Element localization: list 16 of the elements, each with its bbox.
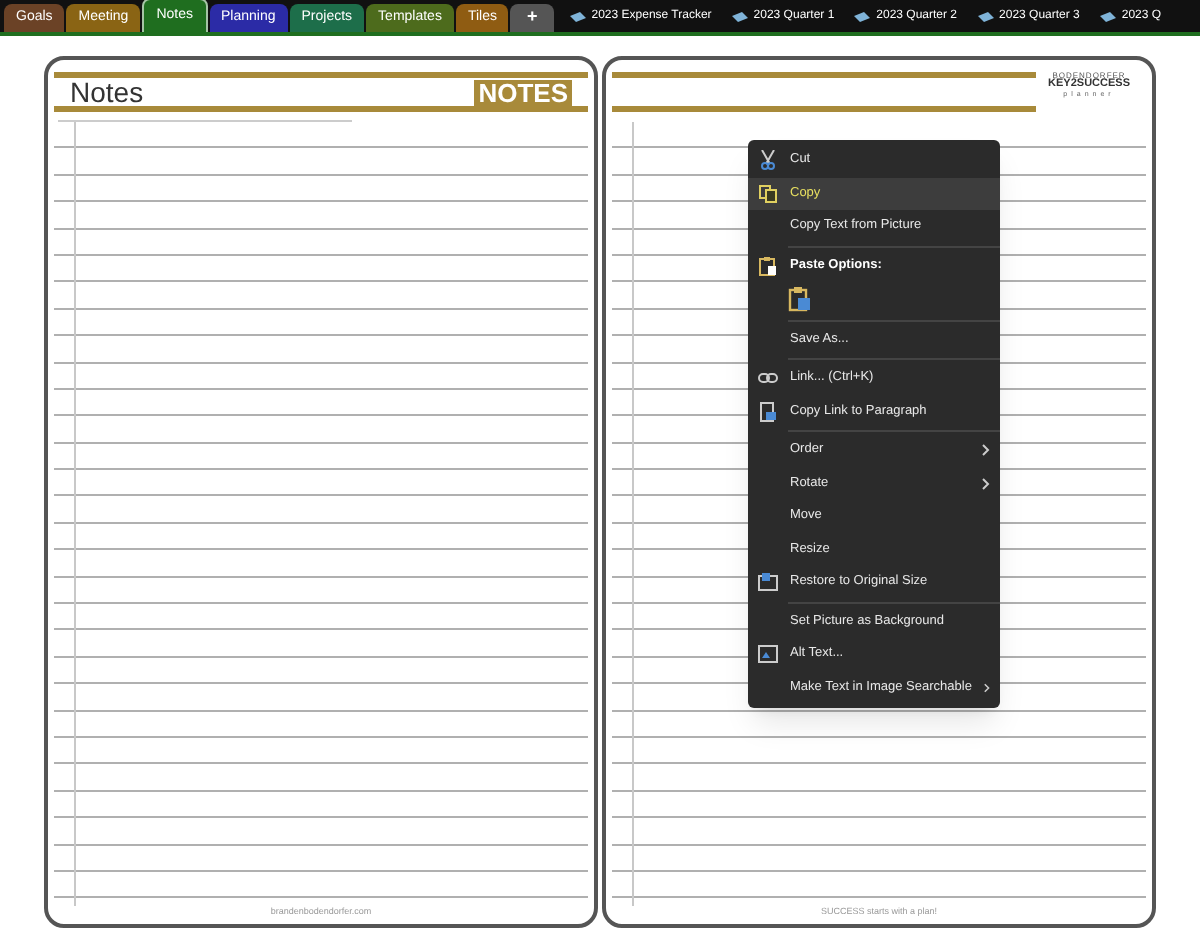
page-title: Notes (70, 78, 144, 106)
notebook-icon (569, 11, 586, 21)
paste-picture-icon[interactable] (788, 286, 812, 312)
clipboard-icon (758, 255, 778, 275)
notebook-icon (854, 11, 871, 21)
notebook-icon (1099, 11, 1116, 21)
alt-text-icon (758, 644, 778, 665)
link-icon (758, 368, 778, 389)
notebook-icon (977, 11, 994, 21)
scissors-icon (758, 150, 778, 171)
add-section-button[interactable]: + (510, 4, 554, 32)
notes-badge: NOTES (474, 79, 572, 105)
resize-picture-icon (758, 572, 778, 593)
copy-icon (758, 183, 778, 204)
notebook-icon (731, 11, 748, 21)
document-link-icon (758, 401, 778, 422)
